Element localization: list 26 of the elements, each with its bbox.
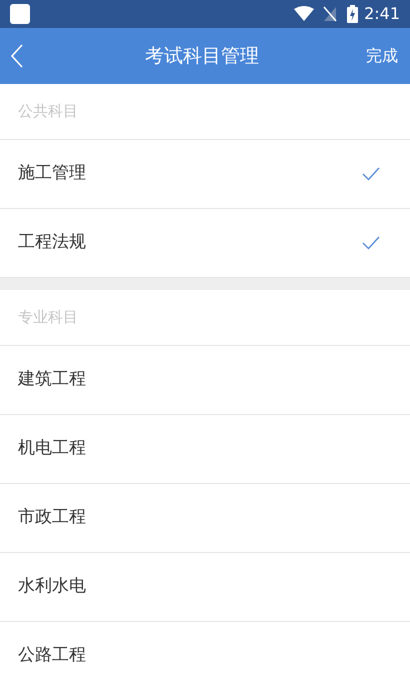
page-title: 考试科目管理 [144, 44, 260, 69]
notification-icon [10, 4, 30, 24]
subject-label: 水利水电 [18, 575, 87, 598]
subject-row[interactable]: 公路工程 [0, 622, 410, 678]
check-icon [362, 236, 380, 250]
subject-label: 市政工程 [18, 506, 87, 530]
back-icon [10, 44, 24, 68]
section-header: 专业科目 [18, 307, 78, 328]
subject-label: 施工管理 [18, 162, 87, 186]
no-signal-icon [323, 6, 338, 22]
subject-label: 建筑工程 [18, 368, 87, 392]
section-header: 公共科目 [18, 101, 78, 122]
subject-label: 机电工程 [18, 437, 87, 460]
subject-row[interactable]: 水利水电 [0, 553, 410, 622]
subject-row[interactable]: 机电工程 [0, 415, 410, 484]
wifi-icon [293, 6, 316, 22]
check-icon [362, 167, 380, 181]
subject-row[interactable]: 工程法规 [0, 209, 410, 278]
subject-row[interactable]: 施工管理 [0, 140, 410, 209]
subject-row[interactable]: 建筑工程 [0, 346, 410, 415]
done-button[interactable]: 完成 [364, 44, 400, 68]
subject-label: 工程法规 [18, 231, 87, 254]
clock: 2:41 [364, 3, 400, 25]
subject-row[interactable]: 市政工程 [0, 484, 410, 553]
battery-icon [347, 5, 358, 23]
subject-label: 公路工程 [18, 644, 87, 668]
